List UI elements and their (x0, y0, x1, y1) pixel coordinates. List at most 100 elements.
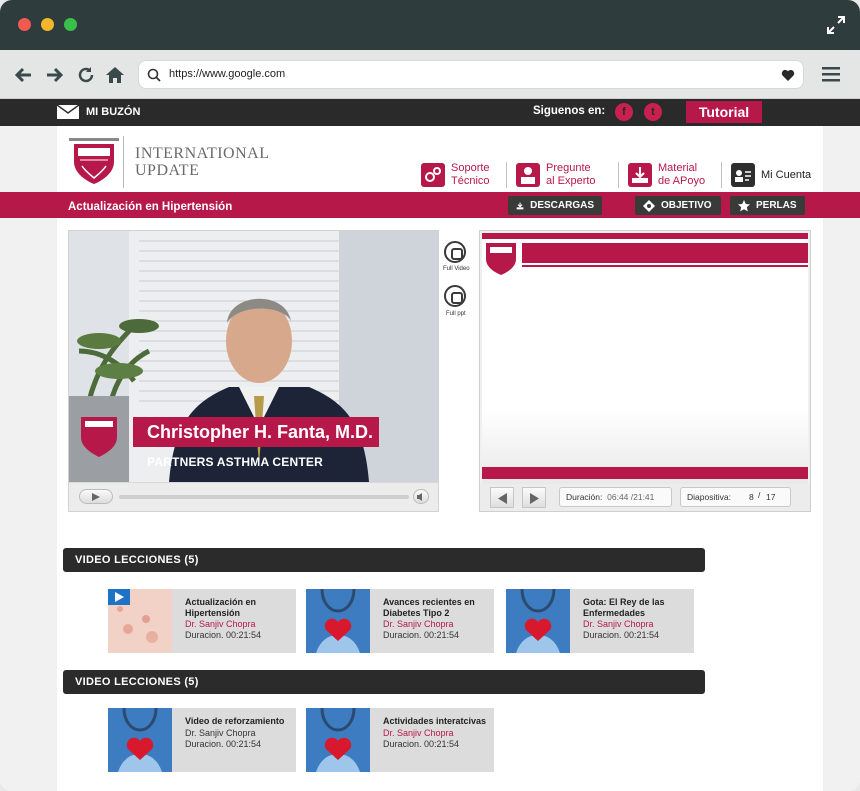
duration-value: 06:44 /21:41 (607, 492, 655, 502)
full-video-button[interactable] (444, 241, 466, 263)
slide-label: Diapositiva: (687, 492, 731, 502)
slide-separator: / (758, 490, 761, 500)
mail-icon[interactable] (57, 105, 79, 119)
nav-separator (721, 162, 722, 188)
url-text: https://www.google.com (169, 68, 286, 80)
nav-material-apoyo[interactable]: Material de APoyo (618, 162, 706, 188)
heart-doctor-thumbnail (306, 708, 370, 772)
objetivo-button[interactable]: OBJETIVO (635, 196, 721, 215)
nav-label-line1: Mi Cuenta (761, 168, 812, 181)
minimize-window-button[interactable] (41, 18, 54, 31)
home-icon[interactable] (105, 65, 125, 85)
download-icon (516, 202, 524, 209)
course-title: Actualización en Hipertensión (68, 201, 233, 213)
nav-separator (618, 162, 619, 188)
lesson-title: Gota: El Rey de las Enfermedades (583, 597, 665, 618)
prev-slide-button[interactable] (490, 487, 514, 508)
address-bar[interactable]: https://www.google.com (138, 60, 804, 89)
lesson-card[interactable]: Avances recientes en Diabetes Tipo 2 Dr.… (306, 589, 494, 653)
live-med-logo[interactable] (68, 136, 120, 188)
full-ppt-button[interactable] (444, 285, 466, 307)
volume-icon (417, 493, 422, 501)
nav-mi-cuenta[interactable]: Mi Cuenta (721, 162, 812, 188)
maximize-window-button[interactable] (64, 18, 77, 31)
tutorial-button[interactable]: Tutorial (686, 101, 762, 123)
next-slide-button[interactable] (522, 487, 546, 508)
back-icon[interactable] (13, 65, 33, 85)
browser-toolbar: https://www.google.com (0, 50, 860, 99)
play-badge[interactable] (108, 589, 130, 605)
lesson-author: Dr. Sanjiv Chopra (383, 728, 454, 738)
expert-icon (516, 163, 540, 187)
lesson-title: Video de reforzamiento (185, 716, 285, 726)
close-window-button[interactable] (18, 18, 31, 31)
perlas-label: PERLAS (756, 200, 797, 211)
descargas-label: DESCARGAS (530, 200, 594, 211)
speaker-organization: PARTNERS ASTHMA CENTER (147, 455, 323, 469)
nav-label-line2: de APoyo (658, 175, 706, 187)
slide-viewer[interactable]: Duración: 06:44 /21:41 Diapositiva: 8 / … (479, 230, 811, 512)
lesson-title: Actividades interatcivas (383, 716, 487, 726)
heart-doctor-thumbnail (108, 708, 172, 772)
reload-icon[interactable] (76, 65, 96, 85)
player-controls (69, 482, 438, 511)
lesson-card[interactable]: Gota: El Rey de las Enfermedades Dr. San… (506, 589, 694, 653)
lesson-title: Avances recientes en Diabetes Tipo 2 (383, 597, 475, 618)
facebook-icon[interactable]: f (615, 103, 633, 121)
twitter-icon[interactable]: t (644, 103, 662, 121)
play-icon (115, 592, 124, 602)
nav-label-line1: Pregunte (546, 162, 591, 174)
forward-icon[interactable] (45, 65, 65, 85)
download-tray-icon (628, 163, 652, 187)
heart-doctor-thumbnail (506, 589, 570, 653)
nav-separator (506, 162, 507, 188)
chevron-left-icon (498, 493, 507, 504)
lesson-card[interactable]: Actividades interatcivas Dr. Sanjiv Chop… (306, 708, 494, 772)
window-titlebar (0, 0, 860, 50)
lesson-duration: Duracion. 00:21:54 (185, 739, 262, 749)
hamburger-menu-icon[interactable] (822, 66, 840, 82)
brand-name-line1: INTERNATIONAL (135, 145, 270, 162)
play-button[interactable] (79, 489, 113, 504)
brand-name-line2: UPDATE (135, 162, 200, 179)
duration-display: Duración: 06:44 /21:41 (559, 487, 672, 507)
nav-label-line1: Soporte (451, 162, 490, 174)
site-top-bar: MI BUZÓN Siguenos en: f t Tutorial (0, 99, 860, 126)
target-icon (643, 199, 655, 212)
speaker-name-banner: Christopher H. Fanta, M.D. (133, 417, 379, 447)
right-gutter (823, 126, 860, 791)
fullscreen-icon[interactable] (826, 15, 846, 35)
chevron-right-icon (530, 493, 539, 504)
heart-icon[interactable] (781, 69, 795, 82)
brand-divider (123, 136, 124, 188)
video-screen[interactable]: Christopher H. Fanta, M.D. PARTNERS ASTH… (69, 231, 438, 482)
lesson-title: Actualización en Hipertensión (185, 597, 257, 618)
lesson-card[interactable]: Actualización en Hipertensión Dr. Sanjiv… (108, 589, 296, 653)
slide-controls: Duración: 06:44 /21:41 Diapositiva: 8 / … (480, 484, 810, 511)
lesson-card[interactable]: Video de reforzamiento Dr. Sanjiv Chopra… (108, 708, 296, 772)
slide-current: 8 (749, 492, 754, 502)
page-content: INTERNATIONAL UPDATE Soporte Técnico Preg… (0, 126, 860, 791)
volume-button[interactable] (413, 489, 429, 504)
progress-bar[interactable] (119, 495, 409, 499)
duration-label: Duración: (566, 492, 603, 502)
follow-us-label: Siguenos en: (533, 105, 606, 117)
gears-icon (421, 163, 445, 187)
mailbox-link[interactable]: MI BUZÓN (86, 106, 140, 118)
account-card-icon (731, 163, 755, 187)
lesson-author: Dr. Sanjiv Chopra (185, 619, 256, 629)
lesson-author: Dr. Sanjiv Chopra (583, 619, 654, 629)
objetivo-label: OBJETIVO (661, 200, 712, 211)
nav-soporte-tecnico[interactable]: Soporte Técnico (421, 162, 490, 188)
perlas-button[interactable]: PERLAS (730, 196, 805, 215)
slide-total: 17 (766, 492, 776, 502)
nav-pregunte-experto[interactable]: Pregunte al Experto (506, 162, 596, 188)
section-header: VIDEO LECCIONES (5) (63, 670, 705, 694)
slide-counter: Diapositiva: 8 / 17 (680, 487, 791, 507)
descargas-button[interactable]: DESCARGAS (508, 196, 602, 215)
slide-canvas (482, 233, 808, 484)
video-player[interactable]: Christopher H. Fanta, M.D. PARTNERS ASTH… (68, 230, 439, 512)
section-header: VIDEO LECCIONES (5) (63, 548, 705, 572)
star-icon (738, 199, 750, 211)
browser-window: https://www.google.com MI BUZÓN Siguenos… (0, 0, 860, 791)
